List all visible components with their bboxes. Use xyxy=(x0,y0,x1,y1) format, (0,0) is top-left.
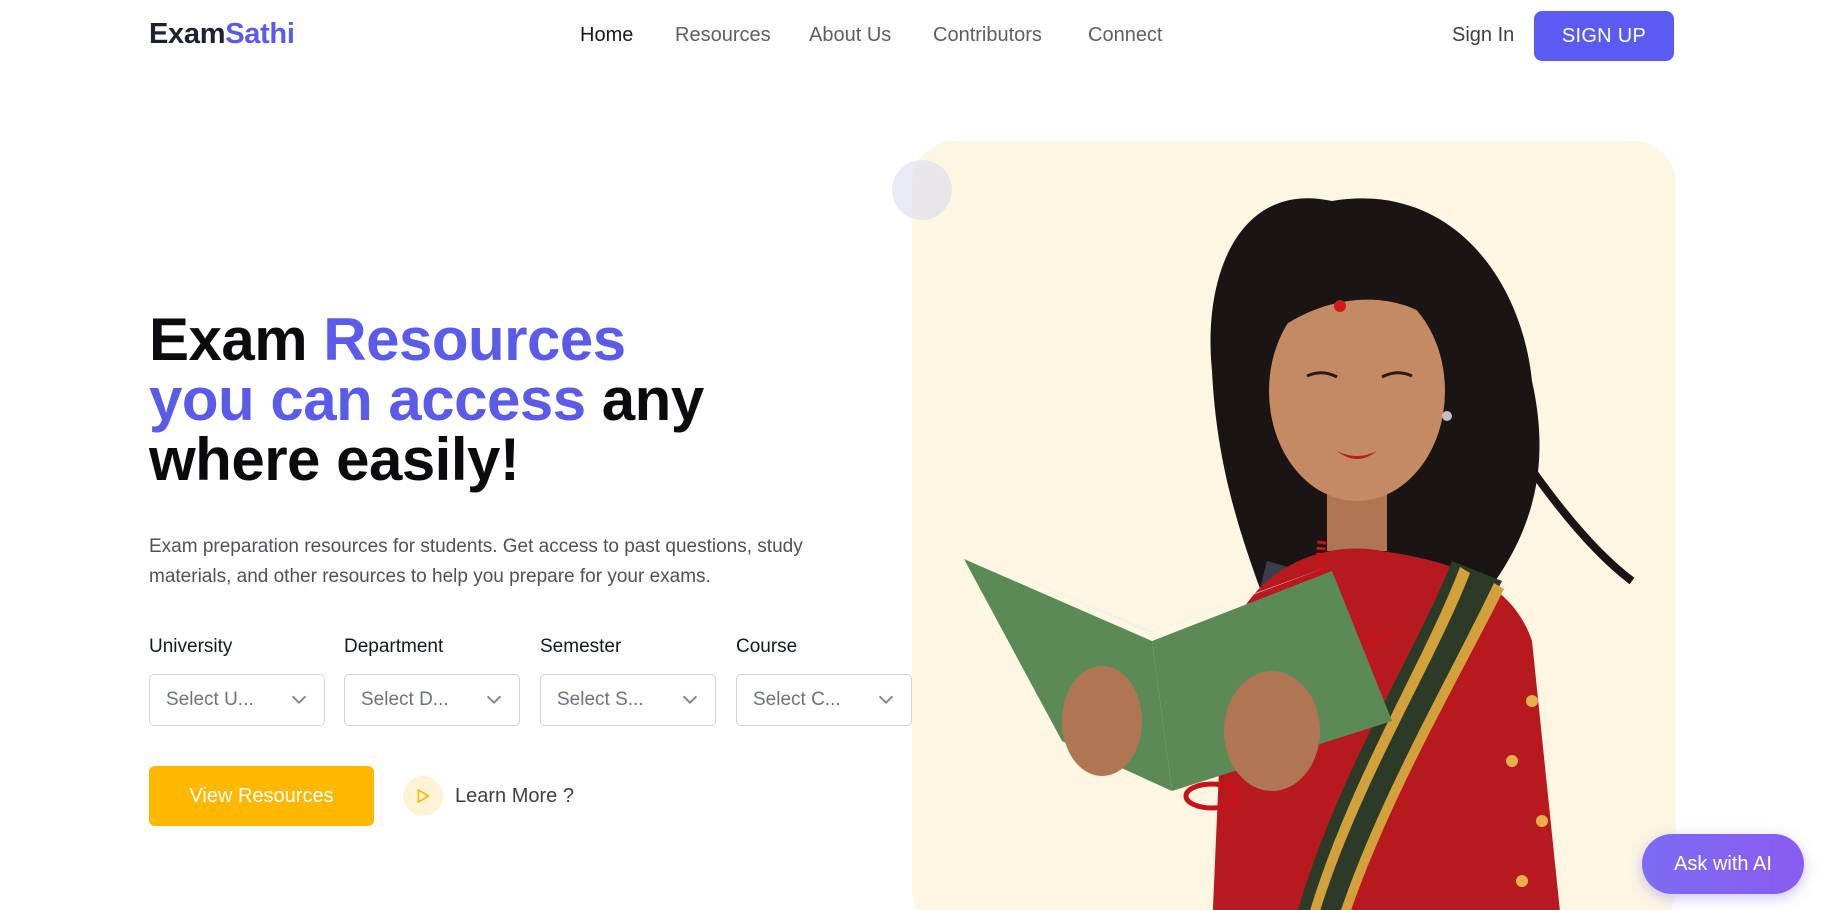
nav-home[interactable]: Home xyxy=(580,24,633,47)
semester-select-value: Select S... xyxy=(557,689,644,710)
hero-title: Exam Resources you can access any where … xyxy=(149,310,704,490)
course-field: Course Select C... xyxy=(736,636,912,726)
nav-about-us[interactable]: About Us xyxy=(809,24,891,47)
learn-more-link[interactable]: Learn More ? xyxy=(403,776,574,816)
university-label: University xyxy=(149,636,233,657)
top-navigation-bar: ExamSathi Home Resources About Us Contri… xyxy=(0,0,1826,74)
semester-select[interactable]: Select S... xyxy=(540,674,716,726)
nav-connect[interactable]: Connect xyxy=(1088,24,1163,47)
chevron-down-icon xyxy=(486,695,502,705)
nav-contributors[interactable]: Contributors xyxy=(933,24,1042,47)
department-select-value: Select D... xyxy=(361,689,449,710)
department-label: Department xyxy=(344,636,444,657)
university-select[interactable]: Select U... xyxy=(149,674,325,726)
department-select[interactable]: Select D... xyxy=(344,674,520,726)
sign-up-button[interactable]: SIGN UP xyxy=(1534,11,1674,61)
semester-field: Semester Select S... xyxy=(540,636,716,726)
chevron-down-icon xyxy=(878,695,894,705)
hero-title-any: any xyxy=(585,366,704,433)
course-label: Course xyxy=(736,636,798,657)
learn-more-label: Learn More ? xyxy=(455,784,574,807)
hero-title-resources: Resources xyxy=(323,306,626,373)
brand-logo[interactable]: ExamSathi xyxy=(149,18,295,51)
course-select-value: Select C... xyxy=(753,689,841,710)
hero-title-exam: Exam xyxy=(149,306,324,373)
nav-resources[interactable]: Resources xyxy=(675,24,771,47)
hero-title-where: where easily! xyxy=(149,426,520,493)
chevron-down-icon xyxy=(291,695,307,705)
chevron-down-icon xyxy=(682,695,698,705)
sign-in-link[interactable]: Sign In xyxy=(1452,24,1514,47)
department-field: Department Select D... xyxy=(344,636,520,726)
view-resources-button[interactable]: View Resources xyxy=(149,766,374,826)
student-reading-illustration xyxy=(964,198,1635,910)
decorative-bubble xyxy=(892,160,952,220)
hero-description: Exam preparation resources for students.… xyxy=(149,536,803,587)
brand-logo-part2: Sathi xyxy=(225,18,295,50)
university-select-value: Select U... xyxy=(166,689,254,710)
ask-with-ai-button[interactable]: Ask with AI xyxy=(1642,834,1804,894)
university-field: University Select U... xyxy=(149,636,325,726)
hero-title-access: you can access xyxy=(149,366,586,433)
hero-image-panel xyxy=(912,141,1676,910)
play-icon xyxy=(403,776,443,816)
semester-label: Semester xyxy=(540,636,622,657)
course-select[interactable]: Select C... xyxy=(736,674,912,726)
brand-logo-part1: Exam xyxy=(149,18,226,50)
